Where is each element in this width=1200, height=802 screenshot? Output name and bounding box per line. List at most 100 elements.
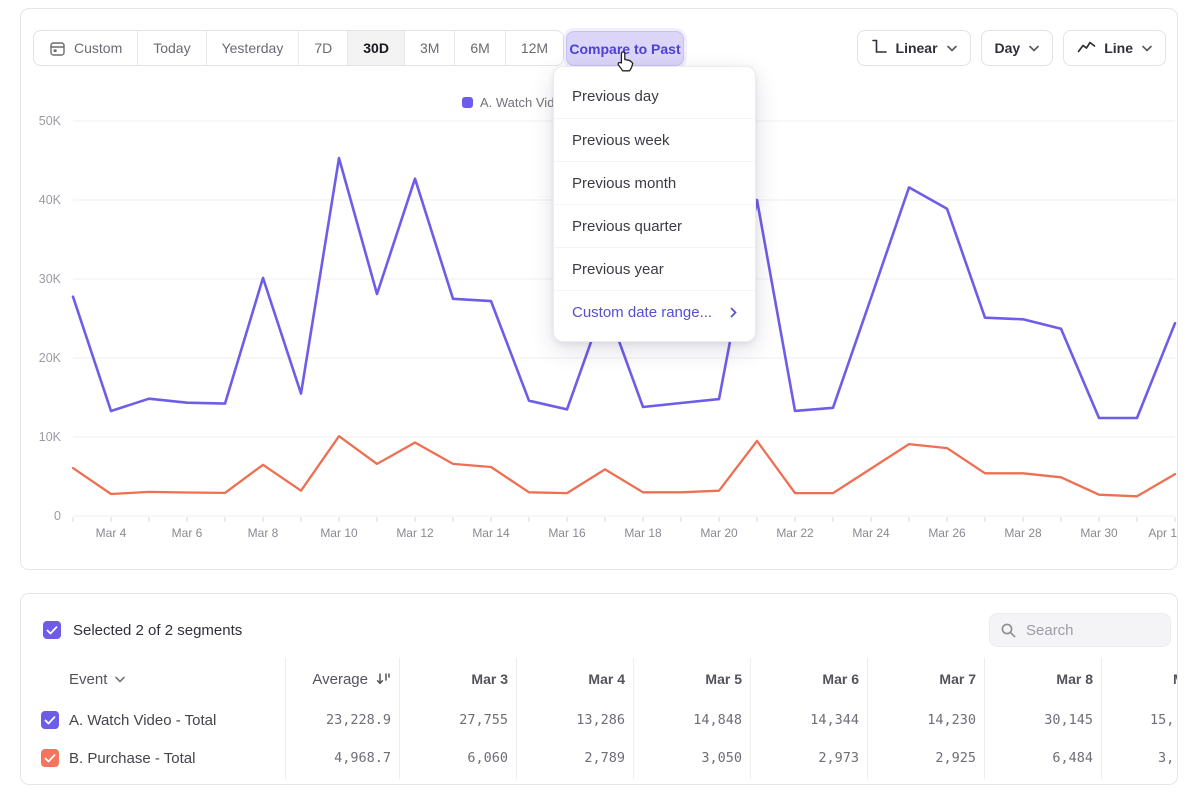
table-row: B. Purchase - Total4,968.76,0602,7893,05… [21,739,1178,777]
interval-label: Day [995,40,1021,56]
date-column-header[interactable]: Mar 5 [625,671,742,687]
date-range-7d[interactable]: 7D [298,31,347,65]
cell-value: 27,755 [391,712,508,728]
check-icon [46,625,58,636]
menu-item-custom-date-range[interactable]: Custom date range... [554,290,755,333]
svg-text:Mar 4: Mar 4 [96,526,127,540]
cell-value: 13,286 [508,712,625,728]
date-column-header-clipped: M [1173,671,1178,687]
svg-text:Mar 12: Mar 12 [396,526,434,540]
cell-value: 3,050 [625,750,742,766]
average-header-label: Average [312,671,368,688]
date-range-custom[interactable]: Custom [34,31,137,65]
menu-item-previous-year[interactable]: Previous year [554,247,755,290]
svg-text:Mar 14: Mar 14 [472,526,510,540]
svg-text:Mar 16: Mar 16 [548,526,586,540]
date-column-header[interactable]: Mar 3 [391,671,508,687]
scale-dropdown-button[interactable]: Linear [857,30,971,66]
series-a-swatch [462,97,473,108]
cell-value-clipped: 3, [1158,750,1174,766]
search-input[interactable] [1026,622,1146,639]
svg-text:Mar 20: Mar 20 [700,526,738,540]
custom-date-range-label: Custom date range... [572,291,712,334]
svg-text:50K: 50K [39,114,62,128]
date-column-header[interactable]: Mar 8 [976,671,1093,687]
line-chart-icon [1077,39,1096,57]
svg-text:Apr 1: Apr 1 [1148,526,1177,540]
column-separator [399,658,400,779]
cell-value: 14,344 [742,712,859,728]
table-row: A. Watch Video - Total23,228.927,75513,2… [21,701,1178,739]
cell-value: 14,848 [625,712,742,728]
date-range-today[interactable]: Today [137,31,205,65]
select-all-checkbox[interactable] [43,621,61,639]
cell-value: 2,925 [859,750,976,766]
segments-table-card: Selected 2 of 2 segments Event Average M… [20,593,1178,785]
svg-text:Mar 26: Mar 26 [928,526,966,540]
svg-text:Mar 18: Mar 18 [624,526,662,540]
sort-descending-icon[interactable] [376,672,391,686]
segment-label: A. Watch Video - Total [69,712,216,729]
check-icon [44,715,56,726]
cell-value: 30,145 [976,712,1093,728]
cell-value: 2,789 [508,750,625,766]
calendar-icon [49,40,66,57]
date-range-segmented-control: Custom Today Yesterday 7D 30D 3M 6M 12M [33,30,564,66]
menu-item-previous-month[interactable]: Previous month [554,161,755,204]
segment-checkbox[interactable] [41,749,59,767]
date-range-label: 7D [314,40,332,56]
segment-checkbox[interactable] [41,711,59,729]
check-icon [44,753,56,764]
table-header-row: Event Average Mar 3Mar 4Mar 5Mar 6Mar 7M… [21,660,1178,698]
cell-value: 6,484 [976,750,1093,766]
cell-value: 6,060 [391,750,508,766]
search-icon [1000,622,1017,639]
column-separator [750,658,751,779]
date-column-header[interactable]: Mar 7 [859,671,976,687]
column-separator [867,658,868,779]
search-box [989,613,1171,647]
scale-label: Linear [896,40,938,56]
cell-value-clipped: 15, [1150,712,1174,728]
chevron-down-icon [1142,45,1152,52]
cell-value: 14,230 [859,712,976,728]
svg-text:0: 0 [54,509,61,523]
selected-count-label: Selected 2 of 2 segments [73,622,242,639]
date-range-label: 6M [470,40,489,56]
date-range-3m[interactable]: 3M [404,31,454,65]
interval-dropdown-button[interactable]: Day [981,30,1054,66]
svg-text:Mar 8: Mar 8 [248,526,279,540]
date-range-6m[interactable]: 6M [454,31,504,65]
svg-text:Mar 28: Mar 28 [1004,526,1042,540]
menu-item-previous-day[interactable]: Previous day [554,75,755,118]
chevron-down-icon[interactable] [115,676,125,683]
date-range-label: 30D [363,40,389,56]
chart-type-dropdown-button[interactable]: Line [1063,30,1166,66]
date-range-label: 12M [521,40,548,56]
column-separator [984,658,985,779]
date-column-header[interactable]: Mar 6 [742,671,859,687]
column-separator [633,658,634,779]
date-range-label: Yesterday [222,40,284,56]
menu-item-previous-quarter[interactable]: Previous quarter [554,204,755,247]
svg-text:40K: 40K [39,193,62,207]
chart-type-label: Line [1104,40,1133,56]
svg-text:Mar 10: Mar 10 [320,526,358,540]
svg-text:10K: 10K [39,430,62,444]
date-range-label: Custom [74,40,122,56]
axis-scale-icon [871,38,888,58]
hand-pointer-cursor [613,50,637,76]
date-range-label: Today [153,40,190,56]
date-range-30d[interactable]: 30D [347,31,404,65]
column-separator [516,658,517,779]
svg-text:Mar 22: Mar 22 [776,526,814,540]
date-column-header[interactable]: Mar 4 [508,671,625,687]
chevron-down-icon [1029,45,1039,52]
svg-text:Mar 30: Mar 30 [1080,526,1118,540]
date-range-12m[interactable]: 12M [505,31,563,65]
menu-item-previous-week[interactable]: Previous week [554,118,755,161]
date-range-yesterday[interactable]: Yesterday [206,31,299,65]
column-separator [285,658,286,779]
chart-options-group: Linear Day Line [857,30,1166,66]
chevron-right-icon [730,307,737,318]
